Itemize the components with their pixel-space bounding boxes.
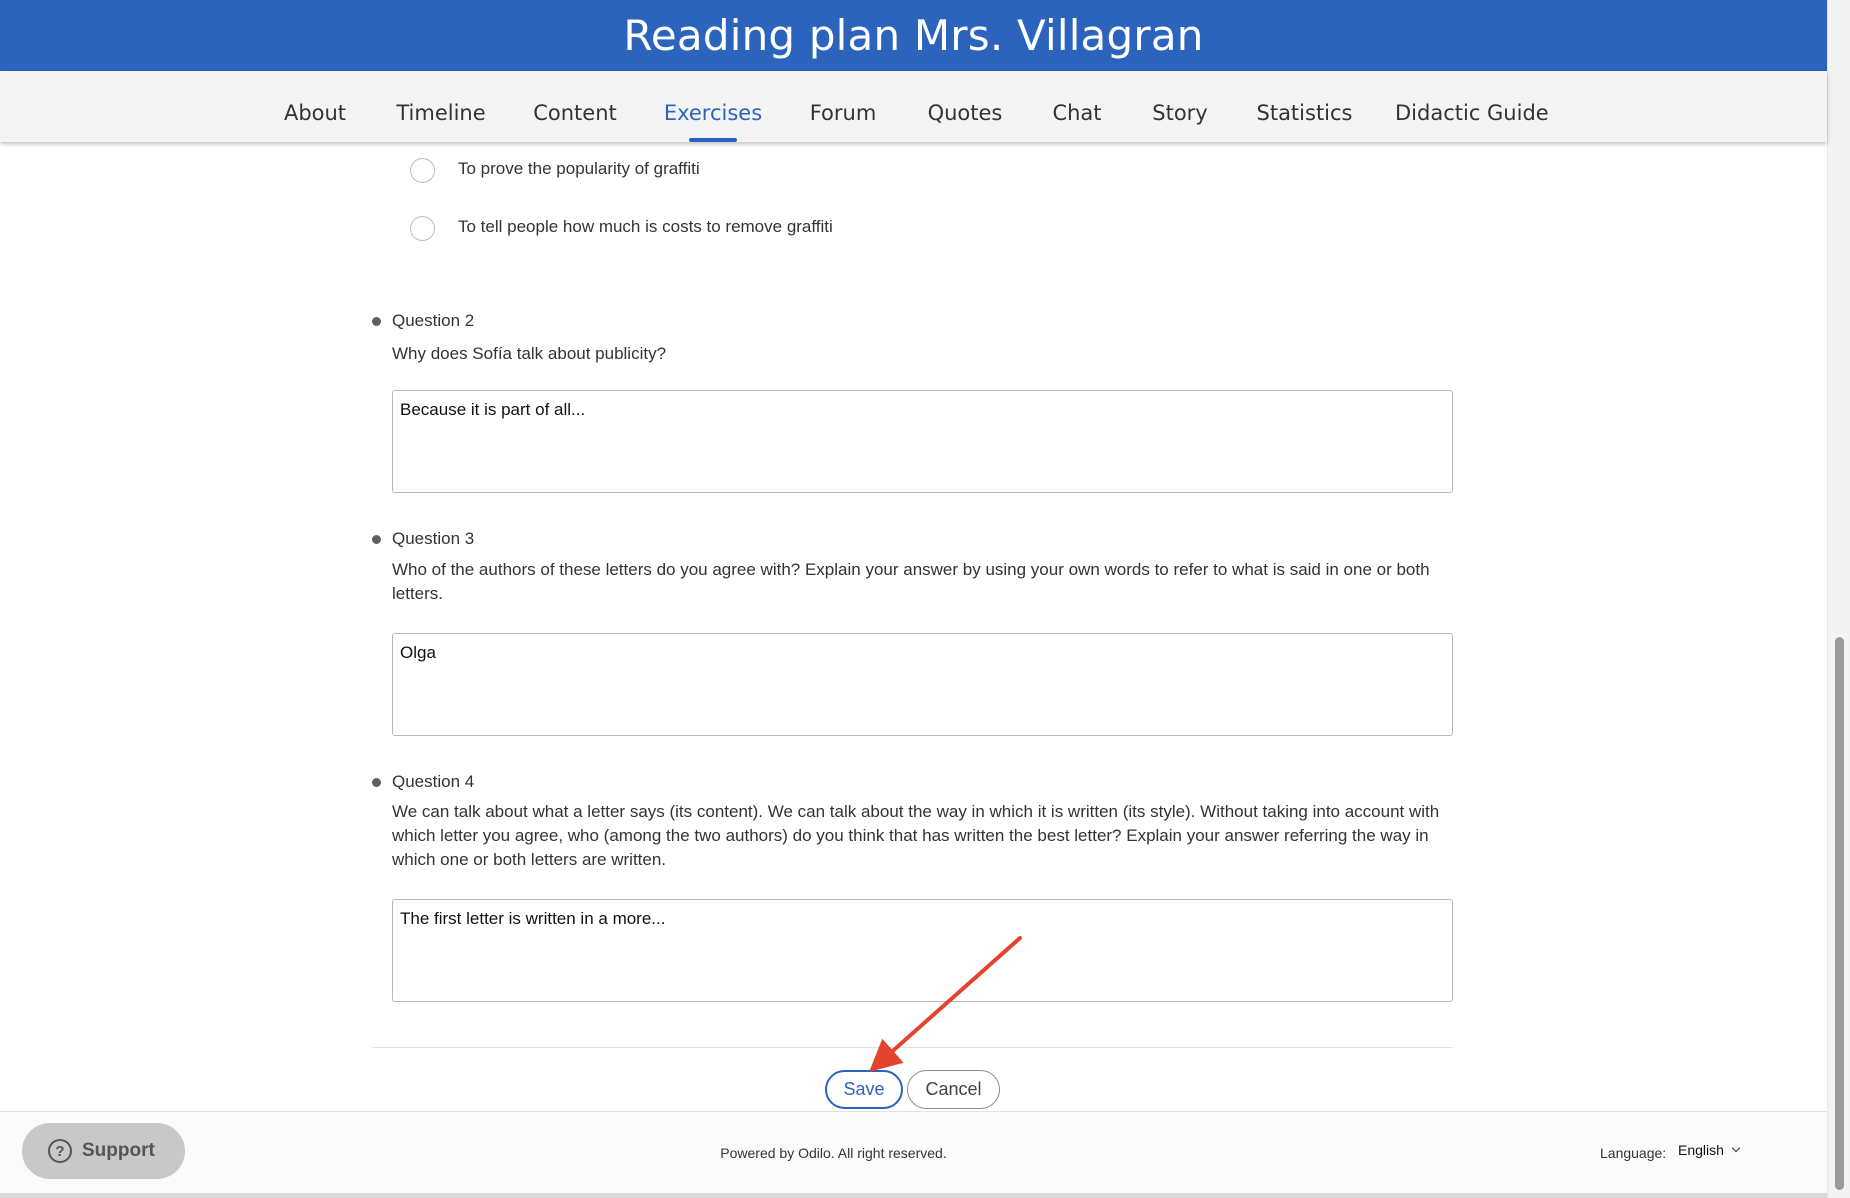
answer-field[interactable] — [392, 633, 1453, 736]
tab-about[interactable]: About — [265, 71, 365, 142]
answer-field[interactable] — [392, 899, 1453, 1002]
tab-forum[interactable]: Forum — [798, 71, 888, 142]
question-4: Question 4 We can talk about what a lett… — [372, 768, 1453, 1002]
answer-field[interactable] — [392, 390, 1453, 493]
tab-chat[interactable]: Chat — [1037, 71, 1117, 142]
question-title: Question 3 — [392, 529, 475, 548]
copyright-text: Powered by Odilo. All right reserved. — [720, 1145, 947, 1161]
question-text: Who of the authors of these letters do y… — [392, 560, 1430, 603]
question-bullet — [372, 778, 381, 787]
radio-button[interactable] — [410, 215, 435, 241]
exercise-form: To prove the popularity of graffiti To t… — [0, 142, 1827, 1111]
question-2: Question 2 Why does Sofía talk about pub… — [372, 307, 1453, 493]
tab-story[interactable]: Story — [1140, 71, 1220, 142]
option-label: To tell people how much is costs to remo… — [458, 217, 833, 236]
question-3: Question 3 Who of the authors of these l… — [372, 525, 1453, 736]
question-title: Question 2 — [392, 311, 475, 330]
language-label: Language: — [1600, 1145, 1667, 1161]
language-select[interactable]: English — [1678, 1142, 1741, 1158]
active-tab-indicator — [689, 138, 737, 142]
radio-button[interactable] — [410, 157, 435, 183]
form-divider — [372, 1047, 1453, 1048]
main-nav: About Timeline Content Exercises Forum Q… — [0, 71, 1827, 142]
page-title: Reading plan Mrs. Villagran — [623, 11, 1204, 60]
question-bullet — [372, 317, 381, 326]
save-button[interactable]: Save — [825, 1070, 903, 1109]
app-header: Reading plan Mrs. Villagran — [0, 0, 1827, 71]
question-text: Why does Sofía talk about publicity? — [392, 344, 667, 363]
option-label: To prove the popularity of graffiti — [458, 159, 700, 178]
tab-content[interactable]: Content — [525, 71, 625, 142]
scrollbar-thumb[interactable] — [1835, 637, 1844, 1190]
tab-exercises[interactable]: Exercises — [658, 71, 768, 142]
question-1-option-2[interactable]: To tell people how much is costs to remo… — [410, 214, 833, 242]
page-footer: ? Support Powered by Odilo. All right re… — [0, 1111, 1827, 1193]
question-text: We can talk about what a letter says (it… — [392, 802, 1440, 869]
tab-quotes[interactable]: Quotes — [920, 71, 1010, 142]
question-title: Question 4 — [392, 772, 475, 791]
question-1-option-1[interactable]: To prove the popularity of graffiti — [410, 156, 700, 184]
question-bullet — [372, 535, 381, 544]
chevron-down-icon — [1731, 1143, 1741, 1153]
window-bottom-edge — [0, 1193, 1827, 1198]
tab-statistics[interactable]: Statistics — [1252, 71, 1357, 142]
language-value: English — [1678, 1142, 1724, 1158]
cancel-button[interactable]: Cancel — [907, 1070, 1000, 1109]
tab-timeline[interactable]: Timeline — [391, 71, 491, 142]
tab-didactic-guide[interactable]: Didactic Guide — [1395, 71, 1549, 142]
scrollbar-track[interactable] — [1827, 0, 1850, 1198]
